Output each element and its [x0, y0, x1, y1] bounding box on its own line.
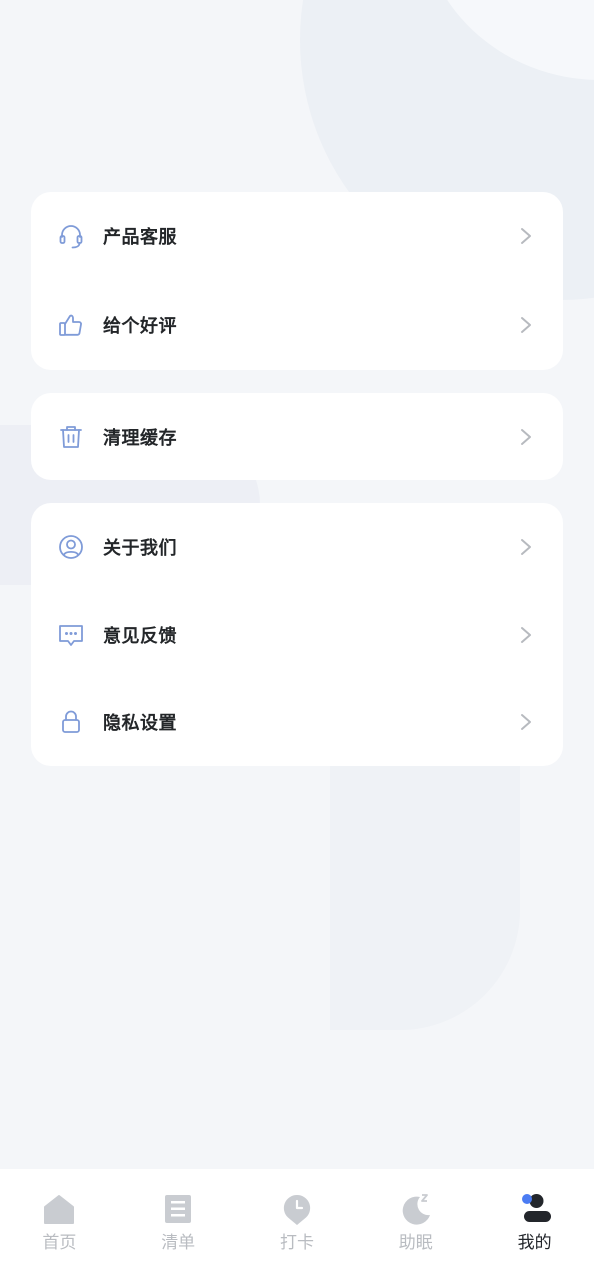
user-circle-icon — [58, 534, 84, 560]
chat-bubble-icon — [58, 622, 84, 648]
clock-pin-icon — [283, 1194, 311, 1225]
background-shape — [330, 740, 520, 1030]
tab-label: 助眠 — [398, 1233, 433, 1253]
menu-card-cache: 清理缓存 — [31, 393, 563, 480]
moon-icon — [402, 1194, 430, 1225]
tab-sleep[interactable]: 助眠 — [356, 1169, 475, 1280]
home-icon — [44, 1195, 75, 1224]
menu-item-label: 隐私设置 — [103, 713, 177, 734]
lock-icon — [58, 709, 84, 735]
tab-label: 打卡 — [279, 1233, 314, 1253]
chevron-right-icon — [521, 539, 531, 555]
headset-icon — [58, 223, 84, 249]
chevron-right-icon — [521, 429, 531, 445]
menu-item-privacy-settings[interactable]: 隐私设置 — [31, 702, 563, 742]
tab-mine[interactable]: 我的 — [475, 1169, 594, 1280]
chevron-right-icon — [521, 627, 531, 643]
menu-item-customer-service[interactable]: 产品客服 — [31, 216, 563, 256]
profile-icon — [521, 1194, 551, 1222]
tab-check-in[interactable]: 打卡 — [238, 1169, 357, 1280]
menu-item-label: 意见反馈 — [103, 626, 177, 647]
menu-item-label: 产品客服 — [103, 227, 177, 248]
trash-icon — [58, 424, 84, 450]
menu-item-label: 关于我们 — [103, 538, 177, 559]
menu-item-rate-us[interactable]: 给个好评 — [31, 305, 563, 345]
chevron-right-icon — [521, 228, 531, 244]
tab-label: 我的 — [517, 1233, 552, 1253]
tab-list[interactable]: 清单 — [119, 1169, 238, 1280]
bottom-tab-bar: 首页 清单 打卡 助眠 我的 — [0, 1169, 594, 1280]
profile-screen: 产品客服 给个好评 清理缓存 关于我们 意见反馈 隐私设置 首页 清单 打卡 助… — [0, 0, 594, 1280]
chevron-right-icon — [521, 317, 531, 333]
tab-home[interactable]: 首页 — [0, 1169, 119, 1280]
menu-item-about-us[interactable]: 关于我们 — [31, 527, 563, 567]
chevron-right-icon — [521, 714, 531, 730]
menu-card-support: 产品客服 给个好评 — [31, 192, 563, 370]
background-circle-light — [420, 0, 594, 80]
menu-item-label: 清理缓存 — [103, 428, 177, 449]
list-icon — [165, 1195, 192, 1223]
menu-item-feedback[interactable]: 意见反馈 — [31, 615, 563, 655]
tab-label: 首页 — [42, 1233, 77, 1253]
menu-item-clear-cache[interactable]: 清理缓存 — [31, 417, 563, 457]
thumbs-up-icon — [58, 312, 84, 338]
menu-card-about: 关于我们 意见反馈 隐私设置 — [31, 503, 563, 766]
tab-label: 清单 — [161, 1233, 196, 1253]
menu-item-label: 给个好评 — [103, 316, 177, 337]
